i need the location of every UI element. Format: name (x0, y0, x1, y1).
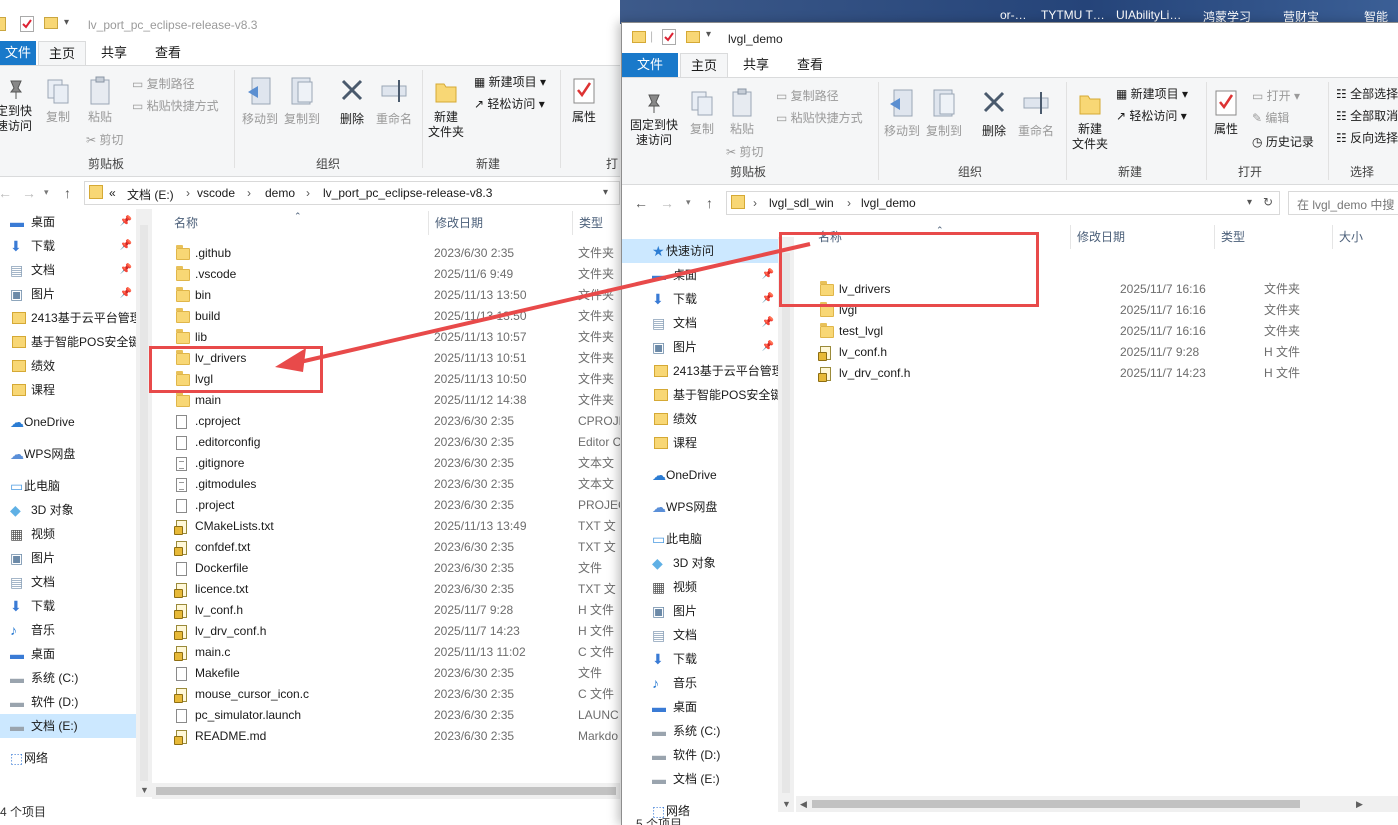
arrow-shaft (299, 242, 811, 364)
arrow-head (275, 348, 306, 372)
annotation-arrow (275, 242, 811, 372)
